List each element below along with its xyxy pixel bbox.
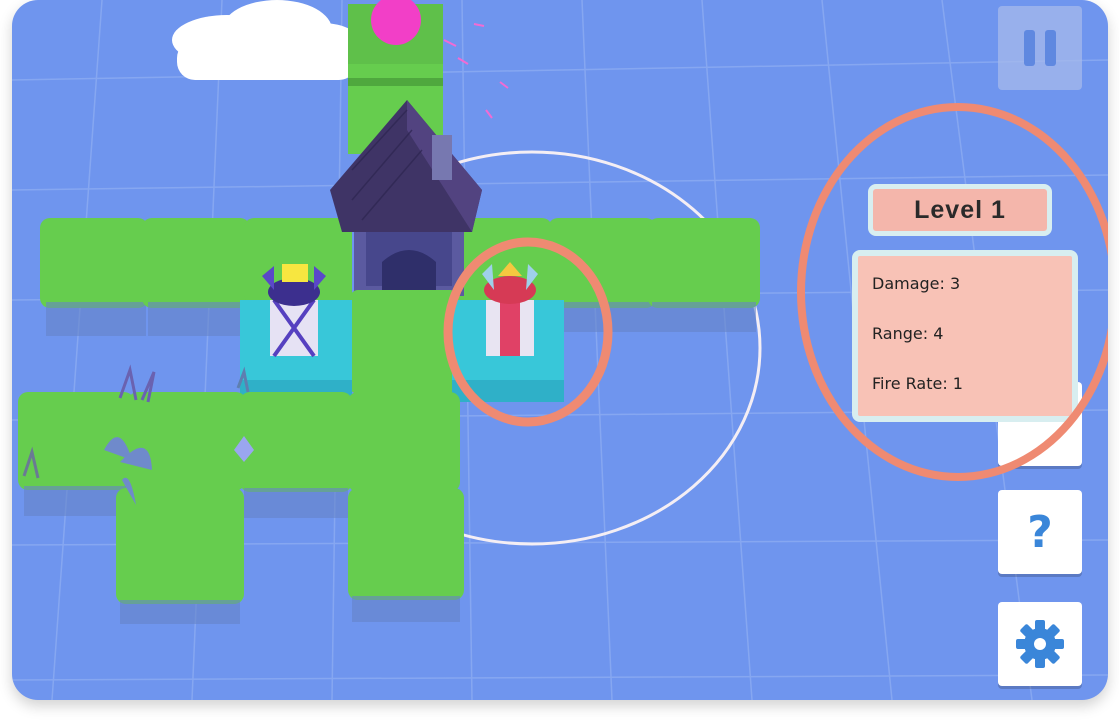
gear-icon [1016,620,1064,668]
pause-button[interactable] [998,6,1082,90]
question-mark-icon: ? [1027,506,1053,558]
pause-icon [1024,30,1056,66]
settings-button[interactable] [998,602,1082,686]
cloud [172,0,362,80]
tower-purple [262,264,326,358]
grass-tile-center [350,290,458,394]
stats-highlight-ring [797,103,1108,481]
grass-lower [18,392,464,624]
help-button[interactable]: ? [998,490,1082,574]
tower-red [482,262,538,356]
game-viewport: ? Level 1 Damage: 3 Range: 4 Fire Rate: … [12,0,1108,700]
